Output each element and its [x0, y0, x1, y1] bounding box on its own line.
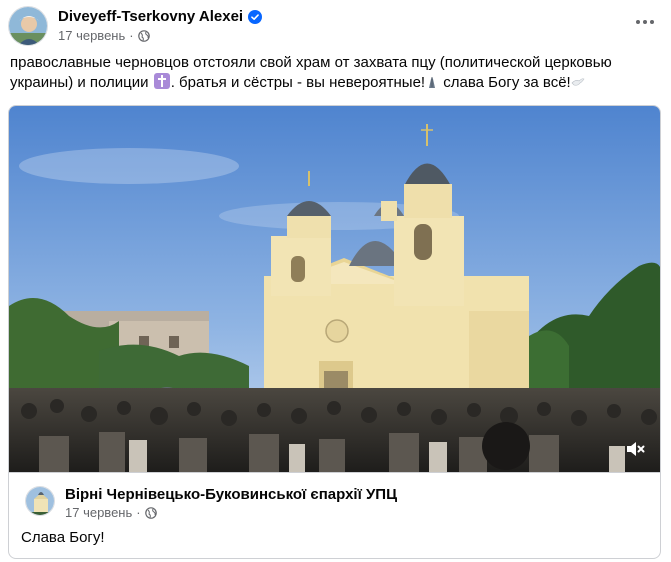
- meta-separator: ·: [129, 28, 134, 43]
- mute-icon[interactable]: [624, 438, 646, 460]
- post-text-part3: слава Богу за всё!: [439, 74, 571, 91]
- card-divider: [9, 472, 660, 473]
- author-name[interactable]: Diveyeff-Tserkovny Alexei: [58, 8, 243, 25]
- globe-icon: [137, 29, 150, 42]
- shared-meta-separator: ·: [136, 505, 141, 520]
- post-date[interactable]: 17 червень: [58, 28, 125, 43]
- author-avatar[interactable]: [8, 6, 48, 46]
- shared-author-avatar[interactable]: [25, 486, 55, 516]
- video-frame: [9, 106, 660, 472]
- video-player[interactable]: [9, 106, 660, 472]
- post-text-part2: . братья и сёстры - вы невероятные!: [170, 74, 426, 91]
- orthodox-cross-icon: [153, 73, 170, 89]
- shared-author-name[interactable]: Вірні Чернівецько-Буковинської єпархії У…: [65, 486, 397, 503]
- shared-post-card[interactable]: Вірні Чернівецько-Буковинської єпархії У…: [8, 105, 661, 559]
- prayer-emoji-icon: [429, 77, 436, 88]
- verified-badge-icon: [248, 9, 263, 24]
- post-text: православные черновцов отстояли свой хра…: [10, 53, 650, 93]
- shared-post-text: Слава Богу!: [21, 529, 105, 546]
- shared-post-date[interactable]: 17 червень: [65, 505, 132, 520]
- globe-icon: [144, 506, 157, 519]
- more-options-button[interactable]: [631, 8, 659, 36]
- post-header: Diveyeff-Tserkovny Alexei 17 червень ·: [8, 6, 663, 46]
- dove-emoji-icon: [571, 78, 585, 86]
- more-options-icon: [636, 20, 640, 24]
